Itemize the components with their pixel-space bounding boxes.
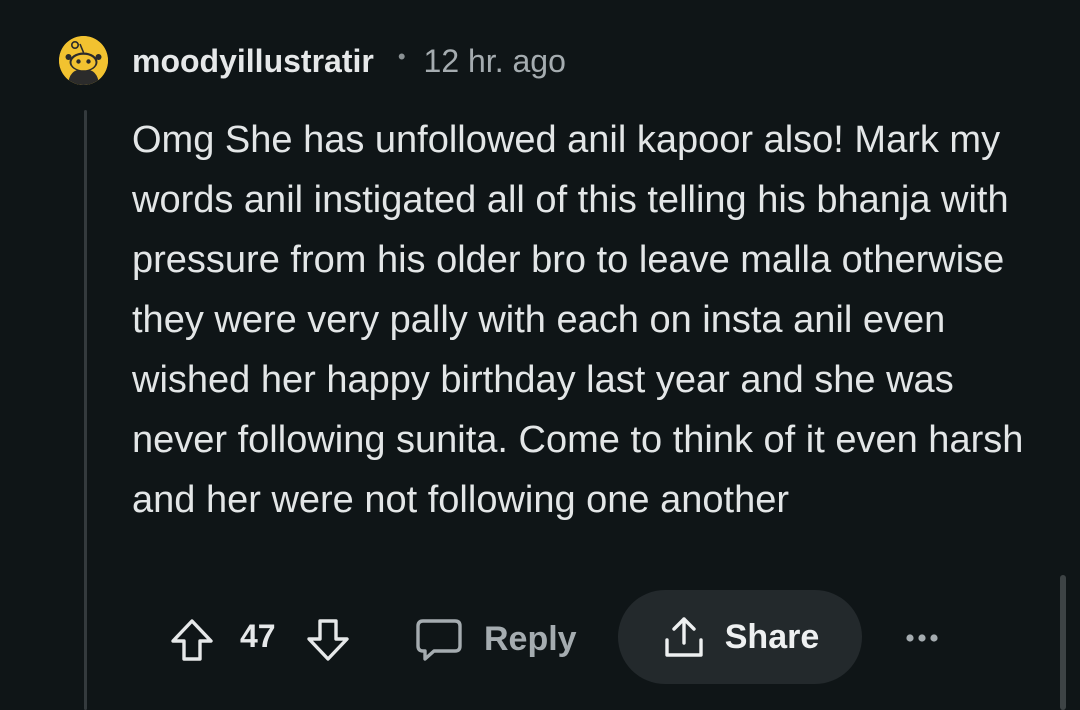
speech-bubble-icon xyxy=(416,619,462,661)
reply-button[interactable]: Reply xyxy=(414,610,577,668)
reply-label: Reply xyxy=(484,619,577,658)
share-label: Share xyxy=(724,617,820,656)
comment-timestamp: 12 hr. ago xyxy=(423,42,566,79)
share-button[interactable]: Share xyxy=(618,590,862,684)
comment: moodyillustratir • 12 hr. ago Omg She ha… xyxy=(0,0,1080,710)
avatar[interactable] xyxy=(59,36,108,85)
upvote-button[interactable] xyxy=(168,616,216,664)
downvote-button[interactable] xyxy=(304,616,352,664)
more-options-button[interactable] xyxy=(900,618,944,658)
author-username[interactable]: moodyillustratir xyxy=(132,43,374,80)
scrollbar[interactable] xyxy=(1060,575,1066,710)
meta-separator: • xyxy=(397,44,406,69)
arrow-up-icon xyxy=(171,619,213,661)
arrow-down-icon xyxy=(307,619,349,661)
share-upload-icon xyxy=(665,617,703,657)
more-dots-icon xyxy=(906,634,938,642)
snoo-avatar-icon xyxy=(59,36,108,85)
vote-score: 47 xyxy=(240,618,276,654)
comment-actions: 47 Reply Share xyxy=(0,588,1080,686)
comment-body: Omg She has unfollowed anil kapoor also!… xyxy=(132,119,1024,521)
comment-header: moodyillustratir • 12 hr. ago xyxy=(132,38,566,84)
